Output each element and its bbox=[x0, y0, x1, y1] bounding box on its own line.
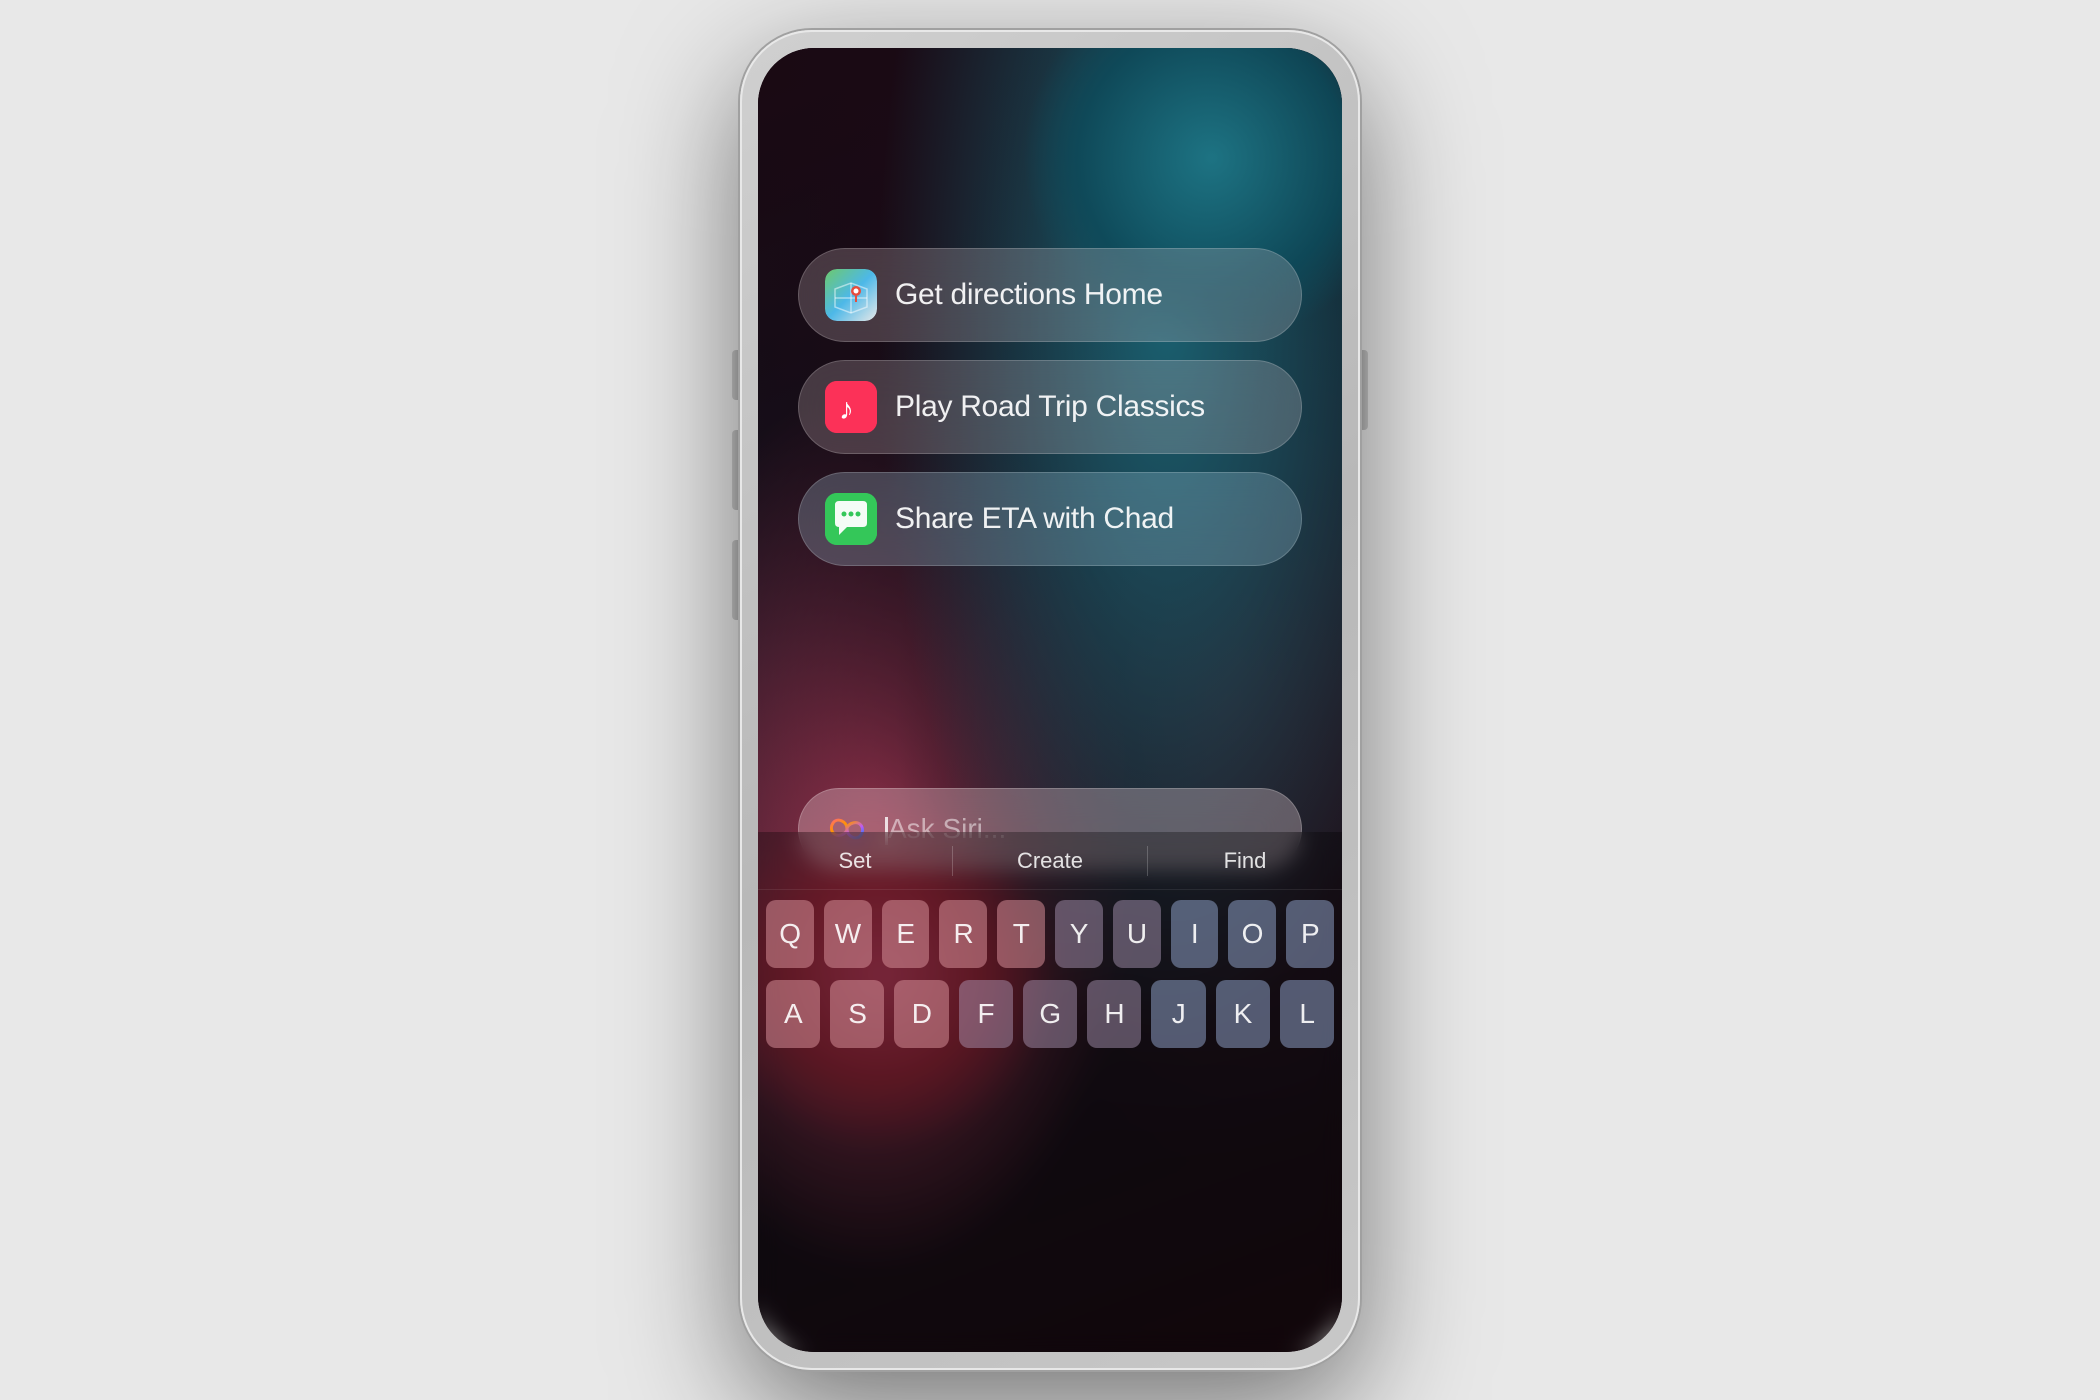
key-d[interactable]: D bbox=[894, 980, 948, 1048]
key-u[interactable]: U bbox=[1113, 900, 1161, 968]
key-o[interactable]: O bbox=[1228, 900, 1276, 968]
svg-text:♪: ♪ bbox=[839, 393, 854, 426]
key-w[interactable]: W bbox=[824, 900, 872, 968]
key-r[interactable]: R bbox=[939, 900, 987, 968]
suggestion-directions-label: Get directions Home bbox=[895, 278, 1163, 312]
key-q[interactable]: Q bbox=[766, 900, 814, 968]
suggestion-play-music[interactable]: ♪ Play Road Trip Classics bbox=[798, 360, 1302, 454]
music-app-icon: ♪ bbox=[825, 381, 877, 433]
keyboard-suggestion-set[interactable]: Set bbox=[758, 832, 952, 889]
phone-device: Get directions Home ♪ Play Road Trip Cla… bbox=[740, 30, 1360, 1370]
key-t[interactable]: T bbox=[997, 900, 1045, 968]
mute-switch[interactable] bbox=[732, 540, 740, 620]
messages-app-icon bbox=[825, 493, 877, 545]
key-y[interactable]: Y bbox=[1055, 900, 1103, 968]
siri-suggestions-list: Get directions Home ♪ Play Road Trip Cla… bbox=[798, 248, 1302, 566]
key-e[interactable]: E bbox=[882, 900, 930, 968]
keyboard-row-2: A S D F G H J K L bbox=[766, 980, 1334, 1048]
phone-screen: Get directions Home ♪ Play Road Trip Cla… bbox=[758, 48, 1342, 1352]
suggestion-get-directions[interactable]: Get directions Home bbox=[798, 248, 1302, 342]
keyboard-container: Set Create Find Q W E R T Y U I O bbox=[758, 832, 1342, 1352]
key-k[interactable]: K bbox=[1216, 980, 1270, 1048]
suggestion-eta-label: Share ETA with Chad bbox=[895, 502, 1174, 536]
maps-app-icon bbox=[825, 269, 877, 321]
key-i[interactable]: I bbox=[1171, 900, 1219, 968]
key-p[interactable]: P bbox=[1286, 900, 1334, 968]
volume-up-button[interactable] bbox=[732, 350, 740, 400]
keyboard-suggestion-find[interactable]: Find bbox=[1148, 832, 1342, 889]
keyboard-row-1: Q W E R T Y U I O P bbox=[766, 900, 1334, 968]
key-s[interactable]: S bbox=[830, 980, 884, 1048]
key-a[interactable]: A bbox=[766, 980, 820, 1048]
keyboard-suggestions-row: Set Create Find bbox=[758, 832, 1342, 890]
key-g[interactable]: G bbox=[1023, 980, 1077, 1048]
key-h[interactable]: H bbox=[1087, 980, 1141, 1048]
suggestion-share-eta[interactable]: Share ETA with Chad bbox=[798, 472, 1302, 566]
keyboard-suggestion-create[interactable]: Create bbox=[953, 832, 1147, 889]
key-f[interactable]: F bbox=[959, 980, 1013, 1048]
key-j[interactable]: J bbox=[1151, 980, 1205, 1048]
keyboard-keys: Q W E R T Y U I O P A S D F G bbox=[758, 890, 1342, 1048]
power-button[interactable] bbox=[1360, 350, 1368, 430]
suggestion-music-label: Play Road Trip Classics bbox=[895, 390, 1205, 424]
key-l[interactable]: L bbox=[1280, 980, 1334, 1048]
volume-down-button[interactable] bbox=[732, 430, 740, 510]
